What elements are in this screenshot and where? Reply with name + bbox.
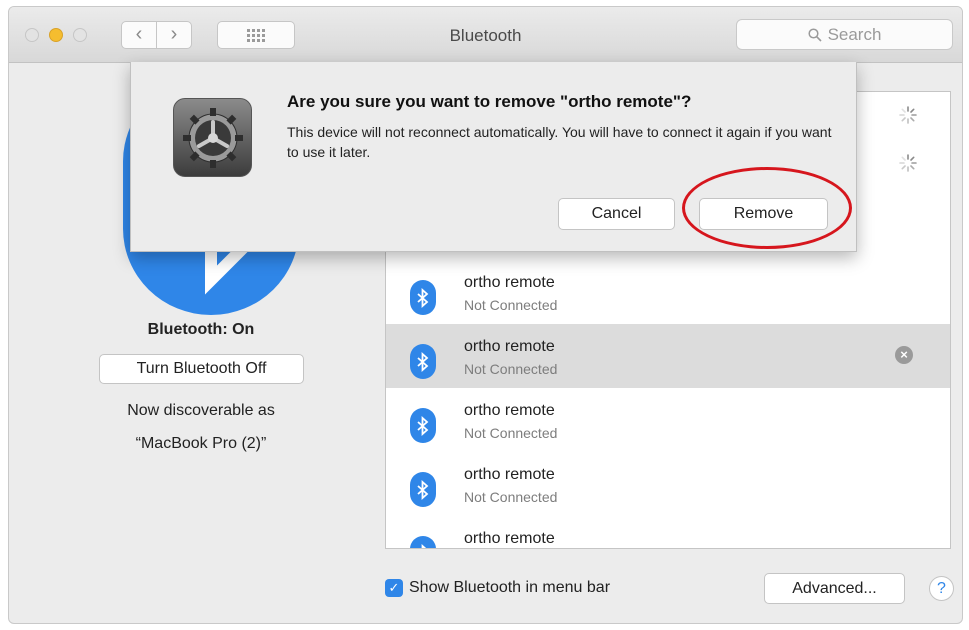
system-preferences-gear-icon: [173, 98, 252, 177]
dialog-message: This device will not reconnect automatic…: [287, 124, 832, 160]
device-row[interactable]: ortho remote: [386, 516, 950, 548]
device-name: ortho remote: [464, 530, 555, 547]
device-status: Not Connected: [464, 425, 558, 441]
bluetooth-icon: [410, 472, 436, 507]
loading-spinner-icon: [899, 106, 917, 124]
device-row[interactable]: ortho remote Not Connected: [386, 388, 950, 452]
bluetooth-status: Bluetooth: On: [147, 321, 255, 338]
device-row-selected[interactable]: ortho remote Not Connected ×: [386, 324, 950, 388]
device-status: Not Connected: [464, 297, 558, 313]
discoverable-label: Now discoverable as: [127, 402, 275, 419]
show-in-menu-bar-checkbox[interactable]: ✓ Show Bluetooth in menu bar: [385, 579, 610, 597]
device-row[interactable]: ortho remote Not Connected: [386, 452, 950, 516]
search-placeholder: Search: [827, 24, 882, 44]
preferences-window: ‹ › Bluetooth Search Bluetooth: On Turn …: [8, 6, 963, 624]
cancel-button[interactable]: Cancel: [558, 198, 675, 230]
dialog-title: Are you sure you want to remove "ortho r…: [287, 92, 692, 111]
bluetooth-icon: [410, 408, 436, 443]
remove-device-icon[interactable]: ×: [895, 346, 913, 364]
loading-spinner-icon: [899, 154, 917, 172]
device-name: ortho remote: [464, 402, 555, 419]
device-name: ortho remote: [464, 338, 555, 355]
bluetooth-icon: [410, 280, 436, 315]
checkmark-icon: ✓: [385, 579, 403, 597]
device-name: ortho remote: [464, 466, 555, 483]
search-field[interactable]: Search: [736, 19, 953, 50]
bluetooth-icon: [410, 536, 436, 548]
title-bar: ‹ › Bluetooth Search: [9, 7, 962, 63]
search-icon: [808, 27, 822, 42]
device-status: Not Connected: [464, 361, 558, 377]
bluetooth-icon: [410, 344, 436, 379]
device-status: Not Connected: [464, 489, 558, 505]
turn-bluetooth-off-button[interactable]: Turn Bluetooth Off: [99, 354, 304, 384]
machine-name: “MacBook Pro (2)”: [135, 435, 267, 452]
advanced-button[interactable]: Advanced...: [764, 573, 905, 604]
red-highlight-circle: [682, 167, 852, 249]
device-name: ortho remote: [464, 274, 555, 291]
device-row[interactable]: ortho remote Not Connected: [386, 260, 950, 324]
show-in-menu-bar-label: Show Bluetooth in menu bar: [409, 579, 611, 596]
help-button[interactable]: ?: [929, 576, 954, 601]
